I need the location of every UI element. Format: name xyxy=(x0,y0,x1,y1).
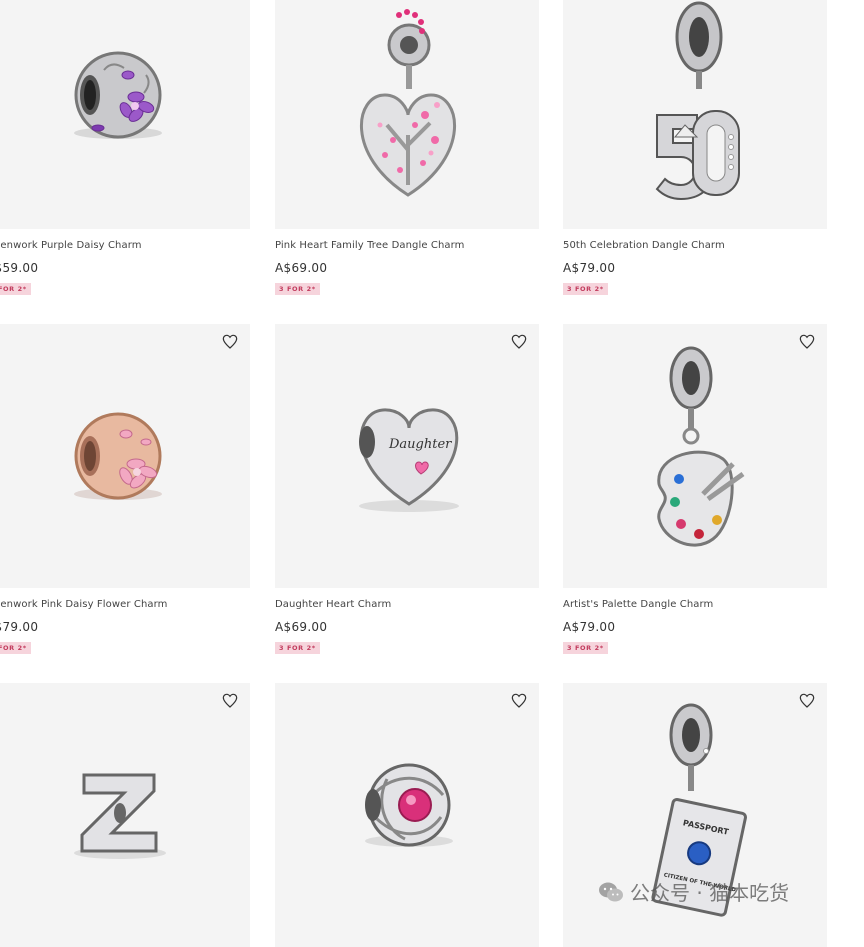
daughter-engraving: Daughter xyxy=(388,437,452,452)
product-image[interactable] xyxy=(0,0,250,229)
purple-daisy-charm-image xyxy=(74,51,162,139)
product-price: A$69.00 xyxy=(275,620,328,634)
pink-stone-knot-charm-image xyxy=(365,763,453,847)
product-price: A$69.00 xyxy=(275,261,328,275)
product-card[interactable]: Pink Heart Family Tree Dangle Charm A$69… xyxy=(275,0,539,295)
promo-badge: 3 FOR 2* xyxy=(0,642,31,654)
product-card[interactable]: Openwork Pink Daisy Flower Charm A$79.00… xyxy=(0,324,250,654)
product-card[interactable]: Daughter Daughter Heart Charm A$69.00 3 … xyxy=(275,324,539,654)
product-name[interactable]: 50th Celebration Dangle Charm xyxy=(563,240,843,251)
product-name[interactable]: Pink Heart Family Tree Dangle Charm xyxy=(275,240,555,251)
product-price: A$59.00 xyxy=(0,261,39,275)
wechat-watermark: 公众号 · 猫本吃货 xyxy=(598,877,789,906)
pink-daisy-charm-image xyxy=(74,412,162,500)
product-name[interactable]: Artist's Palette Dangle Charm xyxy=(563,599,843,610)
product-name[interactable]: Daughter Heart Charm xyxy=(275,599,555,610)
product-card[interactable] xyxy=(275,683,539,947)
watermark-text: 公众号 · 猫本吃货 xyxy=(630,881,790,905)
promo-badge: 3 FOR 2* xyxy=(563,642,608,654)
product-image[interactable]: Daughter xyxy=(275,324,539,588)
product-card[interactable]: Z xyxy=(0,683,250,947)
product-image[interactable]: Z xyxy=(0,683,250,947)
product-price: A$79.00 xyxy=(0,620,39,634)
product-card[interactable]: Openwork Purple Daisy Charm A$59.00 3 FO… xyxy=(0,0,250,295)
product-price: A$79.00 xyxy=(563,620,616,634)
product-card[interactable]: 50th Celebration Dangle Charm A$79.00 3 … xyxy=(563,0,827,295)
product-image[interactable] xyxy=(563,324,827,588)
letter-z-charm-image: Z xyxy=(74,773,166,859)
product-image[interactable]: PASSPORT CITIZEN OF THE WORLD xyxy=(563,683,827,947)
promo-badge: 3 FOR 2* xyxy=(0,283,31,295)
product-card[interactable]: PASSPORT CITIZEN OF THE WORLD xyxy=(563,683,827,947)
promo-badge: 3 FOR 2* xyxy=(275,283,320,295)
promo-badge: 3 FOR 2* xyxy=(275,642,320,654)
product-card[interactable]: Artist's Palette Dangle Charm A$79.00 3 … xyxy=(563,324,827,654)
product-price: A$79.00 xyxy=(563,261,616,275)
number-50-charm-image xyxy=(655,1,740,201)
palette-charm-image xyxy=(657,346,745,547)
product-image[interactable] xyxy=(275,0,539,229)
product-name[interactable]: Openwork Purple Daisy Charm xyxy=(0,240,266,251)
product-image[interactable] xyxy=(0,324,250,588)
product-name[interactable]: Openwork Pink Daisy Flower Charm xyxy=(0,599,266,610)
wechat-icon xyxy=(599,882,623,901)
daughter-heart-charm-image: Daughter xyxy=(359,408,459,512)
promo-badge: 3 FOR 2* xyxy=(563,283,608,295)
passport-charm-image: PASSPORT CITIZEN OF THE WORLD xyxy=(651,703,747,917)
product-image[interactable] xyxy=(275,683,539,947)
product-image[interactable] xyxy=(563,0,827,229)
family-tree-heart-charm-image xyxy=(359,9,457,197)
